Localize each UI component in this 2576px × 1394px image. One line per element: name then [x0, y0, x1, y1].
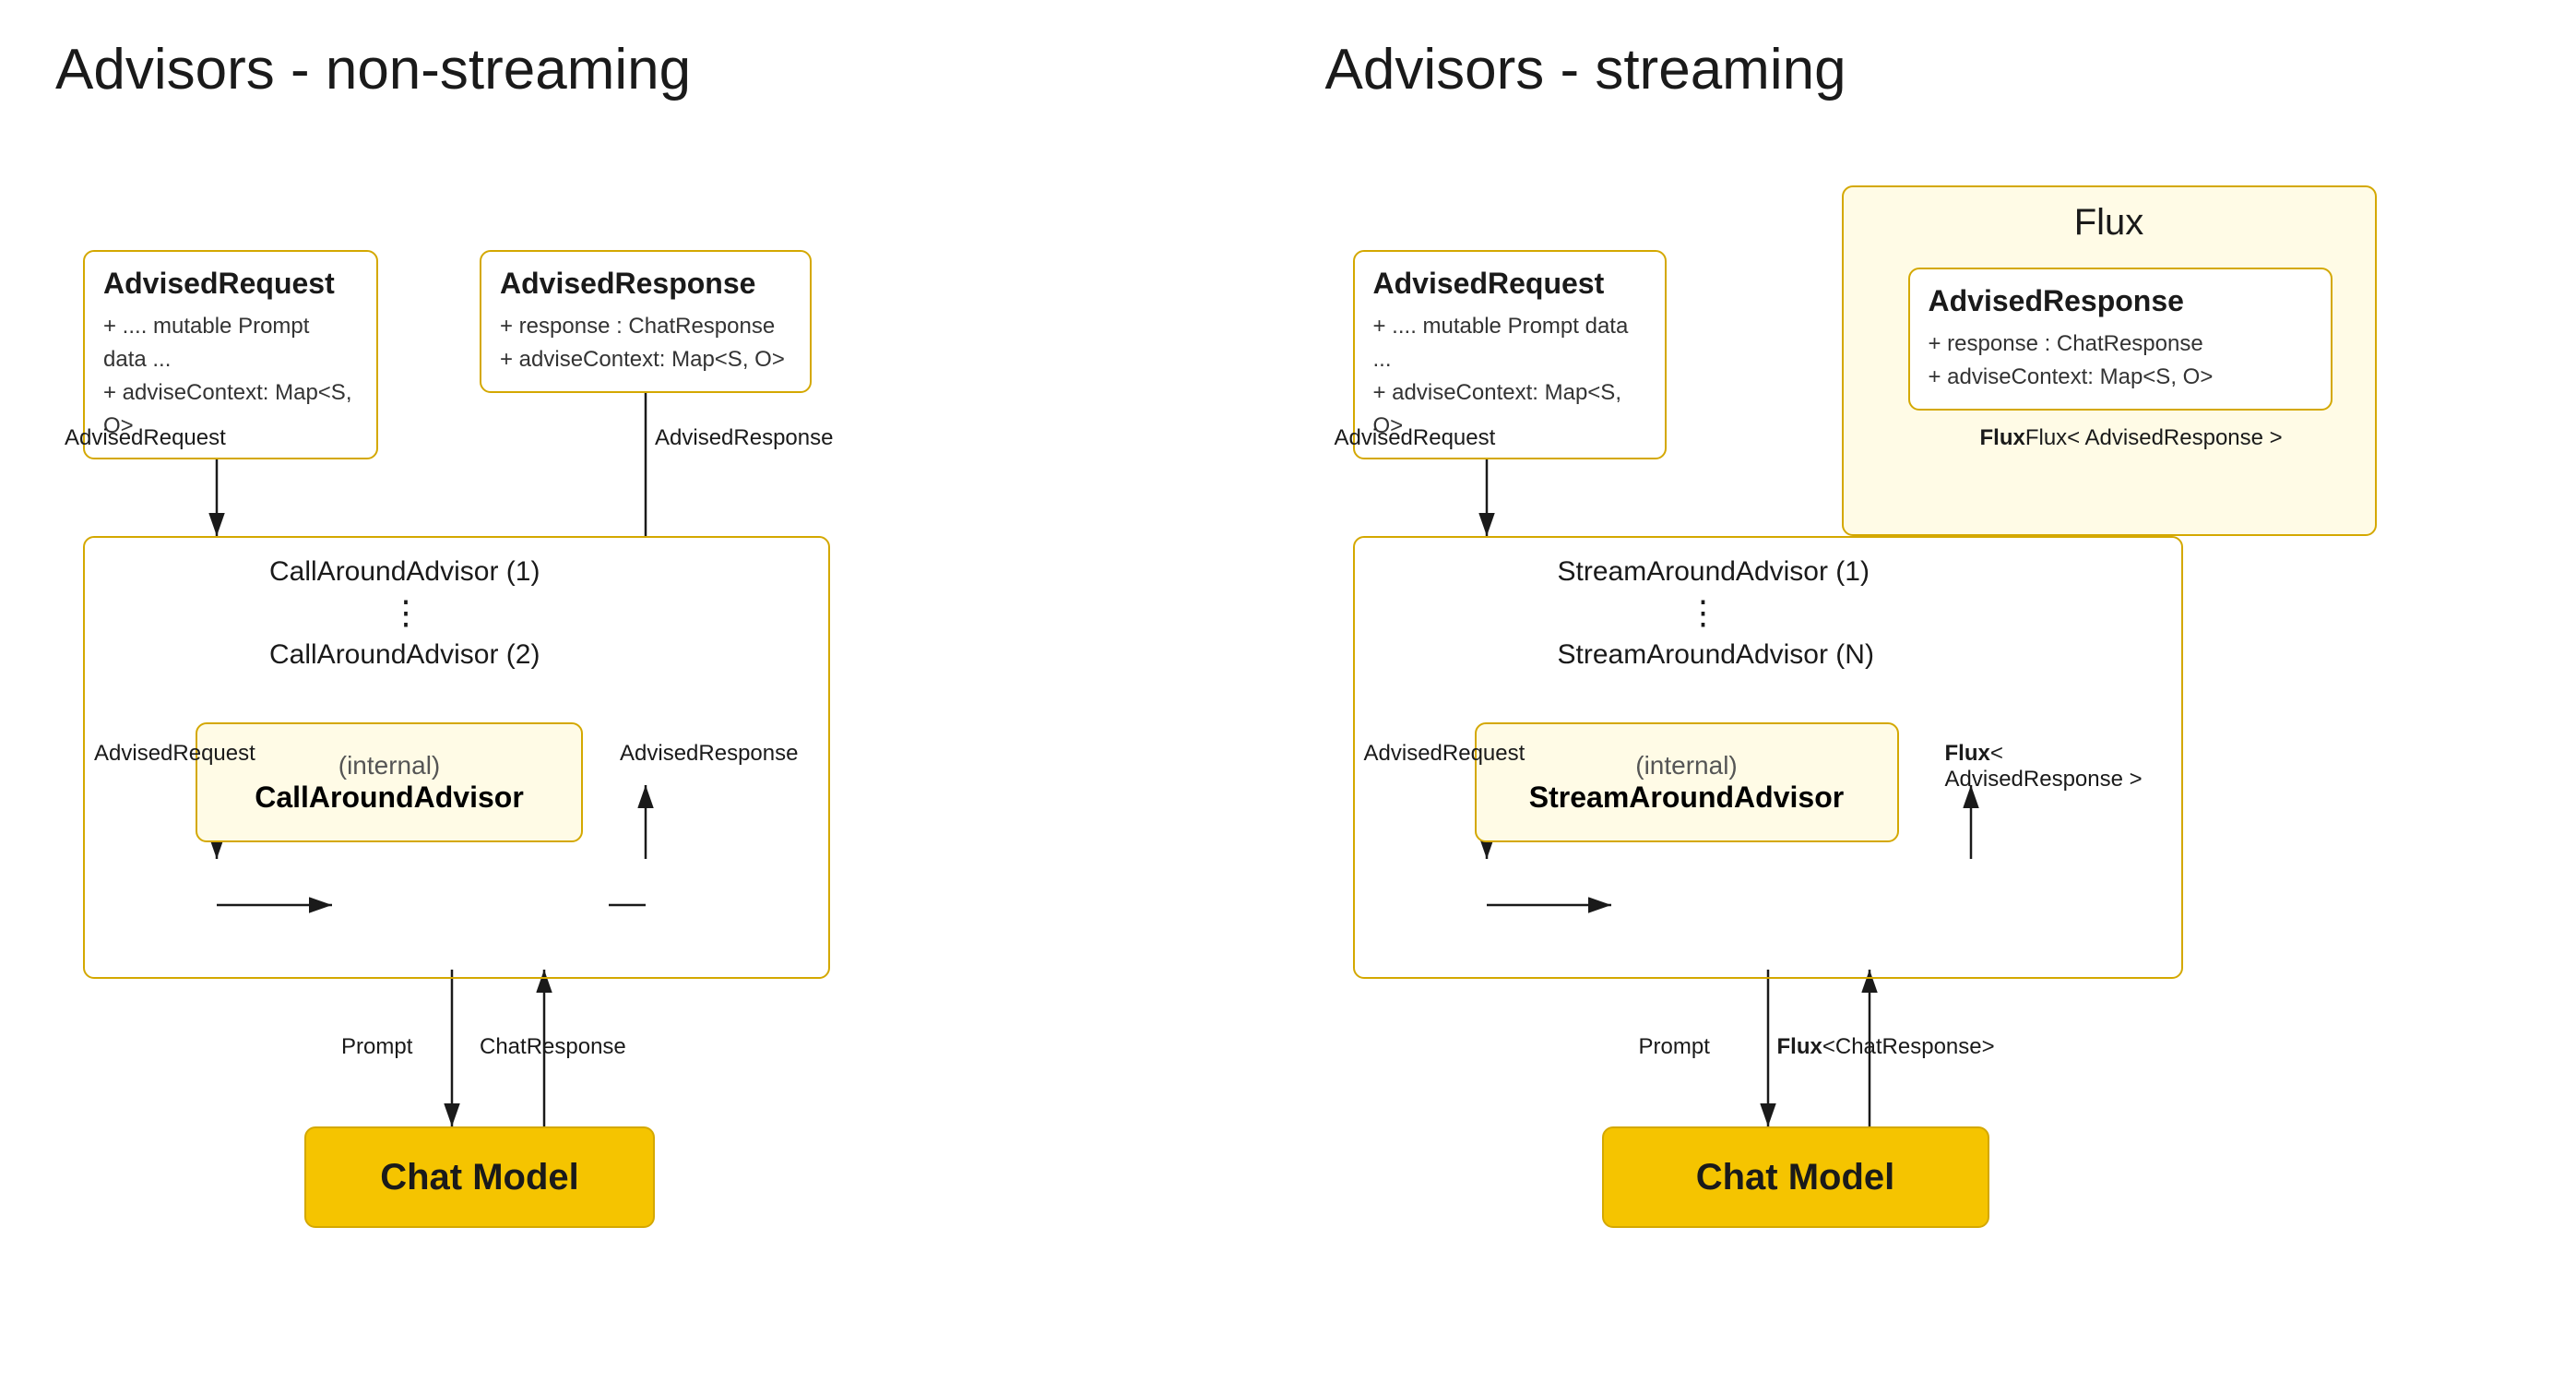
- right-advised-response-inner-box: AdvisedResponse + response : ChatRespons…: [1908, 268, 2333, 411]
- left-prompt-label: Prompt: [341, 1034, 412, 1060]
- left-ar-line1: + .... mutable Prompt data ...: [103, 310, 358, 376]
- right-aresp-inner-content: + response : ChatResponse + adviseContex…: [1929, 328, 2312, 394]
- right-ar-title: AdvisedRequest: [1373, 267, 1646, 301]
- left-advised-response-box: AdvisedResponse + response : ChatRespons…: [480, 250, 812, 393]
- left-resp-label2: AdvisedResponse: [620, 741, 798, 767]
- right-ar-label1: AdvisedRequest: [1335, 425, 1496, 451]
- right-fluxresp-label: Flux<ChatResponse>: [1777, 1034, 1995, 1060]
- right-saa1-label: StreamAroundAdvisor (1): [1558, 556, 1870, 588]
- right-chat-model-label: Chat Model: [1696, 1157, 1895, 1198]
- right-inner-label2: StreamAroundAdvisor: [1529, 780, 1844, 815]
- left-ar-label1: AdvisedRequest: [65, 425, 226, 451]
- right-dots: ⋮: [1687, 593, 1720, 632]
- left-resp-label1: AdvisedResponse: [655, 425, 833, 451]
- right-resp-label2: Flux< AdvisedResponse >: [1945, 741, 2181, 792]
- left-chat-model-box: Chat Model: [304, 1126, 655, 1228]
- left-chat-model-label: Chat Model: [380, 1157, 579, 1198]
- left-ar-content: + .... mutable Prompt data ... + adviseC…: [103, 310, 358, 443]
- left-aresp-line1: + response : ChatResponse: [500, 310, 791, 343]
- right-inner-advisor-box: (internal) StreamAroundAdvisor: [1475, 722, 1899, 842]
- right-diagram-body: Flux AdvisedResponse + response : ChatRe…: [1325, 158, 2432, 1357]
- right-flux-bold1: Flux: [1980, 425, 2025, 450]
- left-outer-advisor-box: CallAroundAdvisor (1) ⋮ CallAroundAdviso…: [83, 536, 830, 979]
- left-ar-title: AdvisedRequest: [103, 267, 358, 301]
- left-diagram: Advisors - non-streaming: [55, 37, 1252, 1357]
- right-aresp-inner-title: AdvisedResponse: [1929, 284, 2312, 318]
- right-outer-advisor-box: StreamAroundAdvisor (1) ⋮ StreamAroundAd…: [1353, 536, 2183, 979]
- right-inner-label1: (internal): [1635, 751, 1737, 780]
- left-inner-label2: CallAroundAdvisor: [255, 780, 524, 815]
- left-dots: ⋮: [389, 593, 422, 632]
- left-diagram-title: Advisors - non-streaming: [55, 37, 1252, 102]
- right-flux-label: Flux: [1862, 202, 2356, 244]
- left-inner-label1: (internal): [338, 751, 440, 780]
- right-aresp-inner-line2: + adviseContext: Map<S, O>: [1929, 361, 2312, 394]
- right-resp-label1: FluxFlux< AdvisedResponse >: [1980, 425, 2283, 451]
- left-aresp-content: + response : ChatResponse + adviseContex…: [500, 310, 791, 376]
- left-caa2-label: CallAroundAdvisor (2): [269, 639, 540, 671]
- left-aresp-title: AdvisedResponse: [500, 267, 791, 301]
- right-flux-outer-box: Flux AdvisedResponse + response : ChatRe…: [1842, 185, 2377, 536]
- right-diagram: Advisors - streaming: [1325, 37, 2522, 1357]
- right-diagram-title: Advisors - streaming: [1325, 37, 2522, 102]
- right-flux-bold3: Flux: [1777, 1034, 1822, 1059]
- right-ar-label2: AdvisedRequest: [1364, 741, 1525, 767]
- right-prompt-label: Prompt: [1639, 1034, 1710, 1060]
- right-chat-model-box: Chat Model: [1602, 1126, 1989, 1228]
- left-aresp-line2: + adviseContext: Map<S, O>: [500, 343, 791, 376]
- left-ar-label2: AdvisedRequest: [94, 741, 255, 767]
- right-saa2-label: StreamAroundAdvisor (N): [1558, 639, 1874, 671]
- right-ar-content: + .... mutable Prompt data ... + adviseC…: [1373, 310, 1646, 443]
- left-caa1-label: CallAroundAdvisor (1): [269, 556, 540, 588]
- left-chatresp-label: ChatResponse: [480, 1034, 626, 1060]
- right-aresp-inner-line1: + response : ChatResponse: [1929, 328, 2312, 361]
- diagrams-container: Advisors - non-streaming: [55, 37, 2521, 1357]
- left-diagram-body: AdvisedRequest + .... mutable Prompt dat…: [55, 158, 1070, 1357]
- right-flux-bold2: Flux: [1945, 741, 1990, 766]
- right-flux-label-text1: Flux< AdvisedResponse >: [2025, 425, 2283, 450]
- right-ar-line1: + .... mutable Prompt data ...: [1373, 310, 1646, 376]
